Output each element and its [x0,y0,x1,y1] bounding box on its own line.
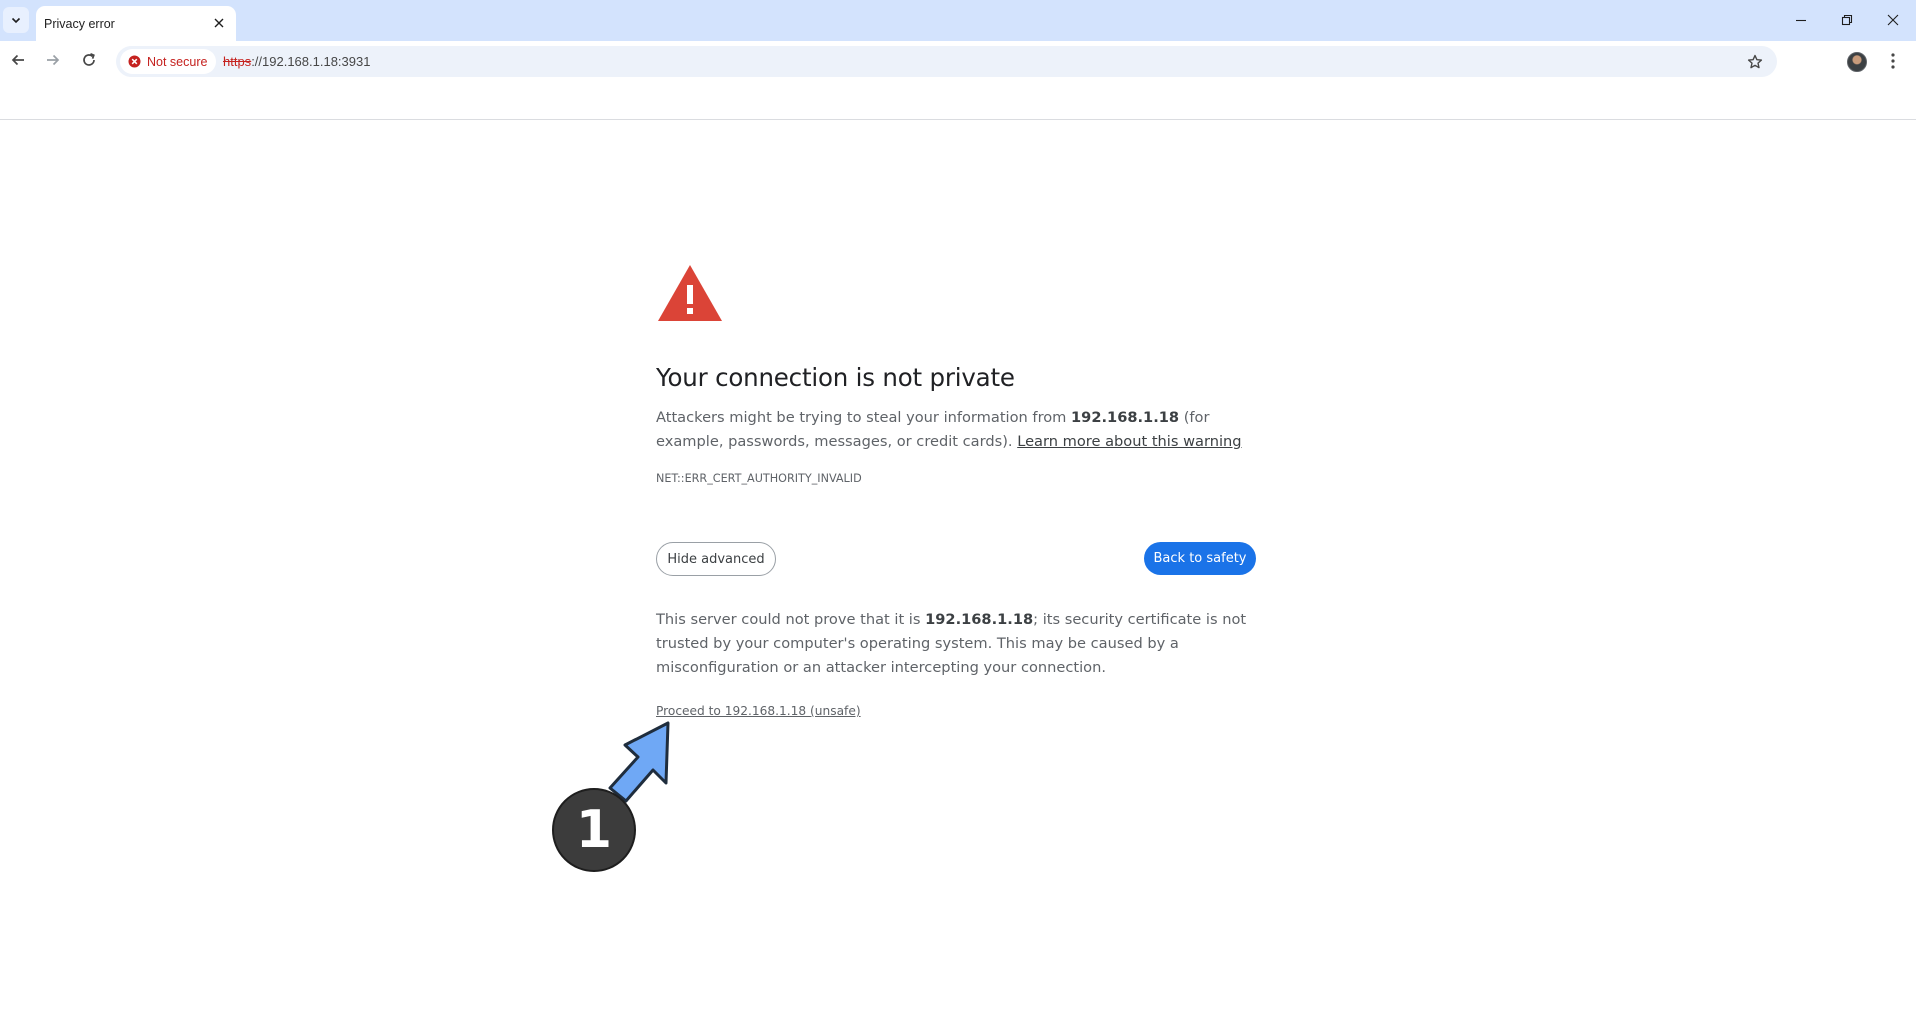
minimize-button[interactable] [1791,10,1811,30]
arrow-right-icon [47,54,60,66]
error-circle-icon [128,55,141,68]
url-scheme: https [223,54,252,69]
url-text[interactable]: https://192.168.1.18:3931 [223,54,370,69]
minimize-icon [1796,19,1806,22]
intro-paragraph: Attackers might be trying to steal your … [656,406,1256,454]
arrow-left-icon [11,54,24,66]
close-icon [1887,14,1899,26]
page-title: Your connection is not private [656,363,1015,392]
warning-triangle-icon [658,265,722,321]
tab-title: Privacy error [44,16,115,31]
back-button[interactable] [4,46,32,74]
not-secure-label: Not secure [147,54,208,69]
bookmark-button[interactable] [1742,49,1767,74]
browser-menu-button[interactable] [1885,50,1901,72]
security-chip[interactable]: Not secure [120,49,217,74]
learn-more-link[interactable]: Learn more about this warning [1017,433,1241,450]
proceed-unsafe-link[interactable]: Proceed to 192.168.1.18 (unsafe) [656,704,861,718]
intro-host: 192.168.1.18 [1071,409,1180,426]
chevron-down-icon [11,17,21,24]
hide-advanced-button[interactable]: Hide advanced [656,542,776,576]
close-icon [214,18,224,28]
tab-strip: Privacy error [0,0,1916,41]
details-host: 192.168.1.18 [925,611,1034,628]
details-text-1: This server could not prove that it is [656,611,926,628]
tab-search-button[interactable] [3,7,29,33]
forward-button[interactable] [39,46,67,74]
close-window-button[interactable] [1883,10,1903,30]
intro-text-1: Attackers might be trying to steal your … [656,409,1072,426]
toolbar-divider [0,119,1916,120]
url-rest: ://192.168.1.18:3931 [251,54,371,69]
toolbar: Not secure https://192.168.1.18:3931 [0,41,1916,79]
reload-button[interactable] [75,46,103,74]
profile-avatar[interactable] [1847,52,1867,72]
details-paragraph: This server could not prove that it is 1… [656,608,1258,680]
three-dots-icon [1891,53,1895,69]
tab-close-button[interactable] [211,15,227,31]
error-code: NET::ERR_CERT_AUTHORITY_INVALID [656,472,862,485]
back-to-safety-button[interactable]: Back to safety [1144,542,1256,575]
star-icon [1747,54,1762,68]
reload-icon [83,53,95,66]
restore-button[interactable] [1837,10,1857,30]
address-bar[interactable]: Not secure https://192.168.1.18:3931 [116,46,1777,77]
step-number-badge: 1 [552,788,636,872]
restore-icon [1841,14,1853,26]
tab-privacy-error[interactable]: Privacy error [36,6,236,41]
